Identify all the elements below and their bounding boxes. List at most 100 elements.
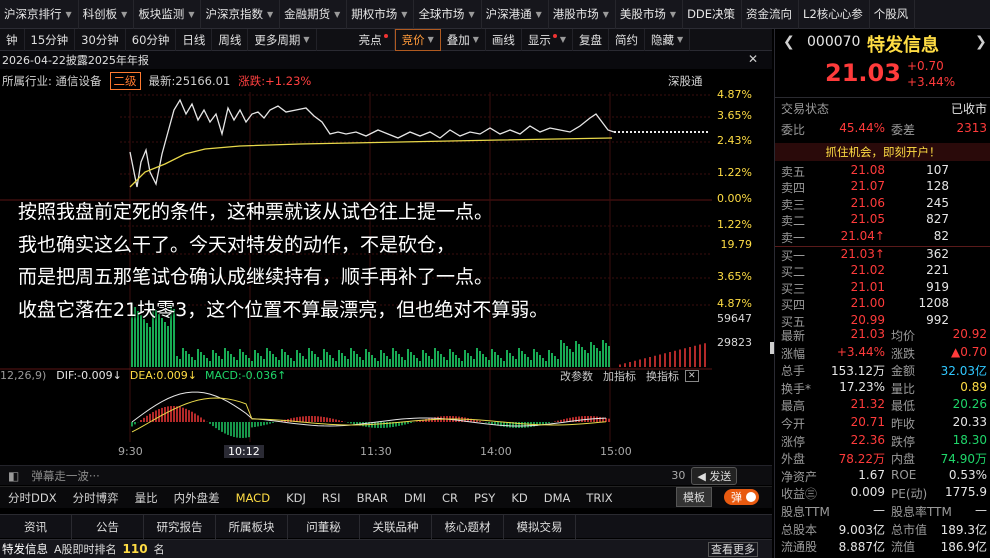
hk-connect-label[interactable]: 深股通 xyxy=(668,73,703,89)
indicator-tab[interactable]: KDJ xyxy=(278,487,314,509)
indicator-tab[interactable]: 分时博弈 xyxy=(65,487,127,509)
bottom-tab[interactable]: 研究报告 xyxy=(144,514,216,539)
menu-item[interactable]: 港股市场 ▼ xyxy=(549,0,616,29)
toolbar-button[interactable]: 叠加 ▼ xyxy=(441,28,486,51)
period-tab[interactable]: 15分钟 xyxy=(25,28,76,51)
menu-item[interactable]: 沪深京排行 ▼ xyxy=(0,0,79,29)
order-book-row[interactable]: 卖三 21.06 245 xyxy=(775,196,990,212)
disclosure-text[interactable]: 2026-04-22披露2025年年报 xyxy=(2,52,149,68)
toolbar-button[interactable]: 简约 xyxy=(609,28,646,51)
period-minute[interactable]: 钟 xyxy=(0,28,25,51)
promo-banner[interactable]: 抓住机会，即刻开户！ xyxy=(775,143,990,161)
period-tab[interactable]: 更多周期 ▼ xyxy=(248,28,317,51)
indicator-tab[interactable]: 分时DDX xyxy=(0,487,65,509)
indicator-tab[interactable]: DMI xyxy=(396,487,434,509)
menu-item[interactable]: 板块监测 ▼ xyxy=(134,0,202,29)
indicator-tab[interactable]: PSY xyxy=(466,487,503,509)
book-level-label: 买三 xyxy=(781,281,806,296)
menu-item[interactable]: 全球市场 ▼ xyxy=(414,0,482,29)
book-price: 21.01 xyxy=(850,279,885,294)
change-params-link[interactable]: 改参数 xyxy=(560,368,593,384)
order-book-row[interactable]: 卖五 21.08 107 xyxy=(775,163,990,179)
period-label: 30分钟 xyxy=(81,32,119,47)
weibi-row: 委比 45.44% 委差 2313 xyxy=(775,121,990,140)
menu-item[interactable]: 个股风 xyxy=(870,0,916,29)
book-volume: 107 xyxy=(926,163,949,177)
indicator-tab[interactable]: MACD xyxy=(228,487,278,509)
indicator-tab[interactable]: DMA xyxy=(536,487,579,509)
indicator-tab[interactable]: TRIX xyxy=(578,487,620,509)
industry-label[interactable]: 所属行业: 通信设备 xyxy=(2,73,102,89)
menu-item[interactable]: 期权市场 ▼ xyxy=(347,0,415,29)
order-book-row[interactable]: 买三 21.01 919 xyxy=(775,280,990,296)
time-label: 15:00 xyxy=(600,445,632,458)
divider xyxy=(775,97,990,98)
period-label: 周线 xyxy=(218,32,242,47)
menu-item-label: 沪深港通 xyxy=(485,7,532,21)
menu-item-label: L2核心心参 xyxy=(803,7,863,21)
period-tab[interactable]: 60分钟 xyxy=(126,28,177,51)
order-book-row[interactable]: 卖四 21.07 128 xyxy=(775,179,990,195)
next-stock-icon[interactable]: ❯ xyxy=(975,34,987,50)
order-book-row[interactable]: 买一 21.03↑ 362 xyxy=(775,247,990,263)
bottom-tab[interactable]: 关联品种 xyxy=(360,514,432,539)
indicator-tab[interactable]: CR xyxy=(434,487,466,509)
bottom-tab[interactable]: 所属板块 xyxy=(216,514,288,539)
indicator-tab[interactable]: 内外盘差 xyxy=(166,487,228,509)
rank-unit: 名 xyxy=(153,543,165,556)
bottom-tab[interactable]: 资讯 xyxy=(0,514,72,539)
period-label: 60分钟 xyxy=(131,32,170,47)
bottom-tab[interactable]: 核心题材 xyxy=(432,514,504,539)
stats-row: 最高 21.32 最低 20.26 xyxy=(775,397,990,414)
indicator-tab[interactable]: BRAR xyxy=(349,487,396,509)
menu-item[interactable]: 沪深京指数 ▼ xyxy=(201,0,281,29)
toolbar-button[interactable]: 竞价 ▼ xyxy=(394,28,441,51)
industry-level-tag[interactable]: 二级 xyxy=(109,72,141,90)
close-icon[interactable]: ✕ xyxy=(748,52,758,66)
chevron-down-icon: ▼ xyxy=(602,9,609,19)
toolbar-button[interactable]: 复盘 xyxy=(573,28,610,51)
view-more-button[interactable]: 查看更多 xyxy=(708,541,758,557)
status-stock-name[interactable]: 特发信息 xyxy=(2,541,48,557)
toolbar-button[interactable]: 显示 ▼ xyxy=(522,28,574,51)
menu-item[interactable]: 金融期货 ▼ xyxy=(280,0,348,29)
bottom-tab[interactable]: 问董秘 xyxy=(288,514,360,539)
prev-stock-icon[interactable]: ❮ xyxy=(783,34,795,50)
indicator-tabs: 分时DDX 分时博弈 量比 内外盘差 MACD KDJ RSI BRAR DMI CR PSY KD D… xyxy=(0,486,772,508)
menu-item[interactable]: DDE决策 xyxy=(683,0,743,29)
toolbar-button[interactable]: 隐藏 ▼ xyxy=(645,28,691,51)
last-price: 21.03 xyxy=(825,59,901,87)
menu-item[interactable]: 沪深港通 ▼ xyxy=(482,0,549,29)
indicator-tab[interactable]: 量比 xyxy=(127,487,166,509)
menu-item[interactable]: 资金流向 xyxy=(742,0,800,29)
macd-params[interactable]: 12,26,9) xyxy=(0,369,46,382)
template-button[interactable]: 模板 xyxy=(676,487,712,507)
order-book-row[interactable]: 买四 21.00 1208 xyxy=(775,296,990,312)
order-book-row[interactable]: 买二 21.02 221 xyxy=(775,263,990,279)
indicator-tab[interactable]: KD xyxy=(503,487,535,509)
toolbar-button[interactable]: 亮点 xyxy=(353,28,395,51)
menu-item[interactable]: 科创板 ▼ xyxy=(79,0,135,29)
close-icon[interactable]: ✕ xyxy=(685,369,699,382)
order-book-row[interactable]: 卖一 21.04↑ 82 xyxy=(775,229,990,247)
menu-item[interactable]: L2核心心参 xyxy=(799,0,870,29)
period-tab[interactable]: 日线 xyxy=(176,28,213,51)
bottom-tab[interactable]: 模拟交易 xyxy=(504,514,576,539)
switch-indicator-link[interactable]: 换指标 xyxy=(646,368,679,384)
send-button[interactable]: ◀ 发送 xyxy=(691,466,738,485)
danmu-input[interactable]: 弹幕走一波··· xyxy=(31,468,671,484)
period-tab[interactable]: 30分钟 xyxy=(75,28,126,51)
bottom-tab[interactable]: 公告 xyxy=(72,514,144,539)
indicator-tab[interactable]: RSI xyxy=(314,487,349,509)
order-book-row[interactable]: 卖二 21.05 827 xyxy=(775,212,990,228)
period-tab[interactable]: 周线 xyxy=(212,28,249,51)
danmu-toggle-icon[interactable]: ◧ xyxy=(8,469,19,483)
menu-item[interactable]: 美股市场 ▼ xyxy=(616,0,684,29)
danmu-switch[interactable]: 弹 xyxy=(724,489,759,505)
chevron-down-icon: ▼ xyxy=(65,9,72,19)
stat-value: 9.003亿 xyxy=(838,522,885,537)
period-label: 更多周期 xyxy=(254,32,301,47)
toolbar-button[interactable]: 画线 xyxy=(486,28,522,51)
add-indicator-link[interactable]: 加指标 xyxy=(603,368,636,384)
price-axis-label: 4.87% xyxy=(717,88,752,101)
